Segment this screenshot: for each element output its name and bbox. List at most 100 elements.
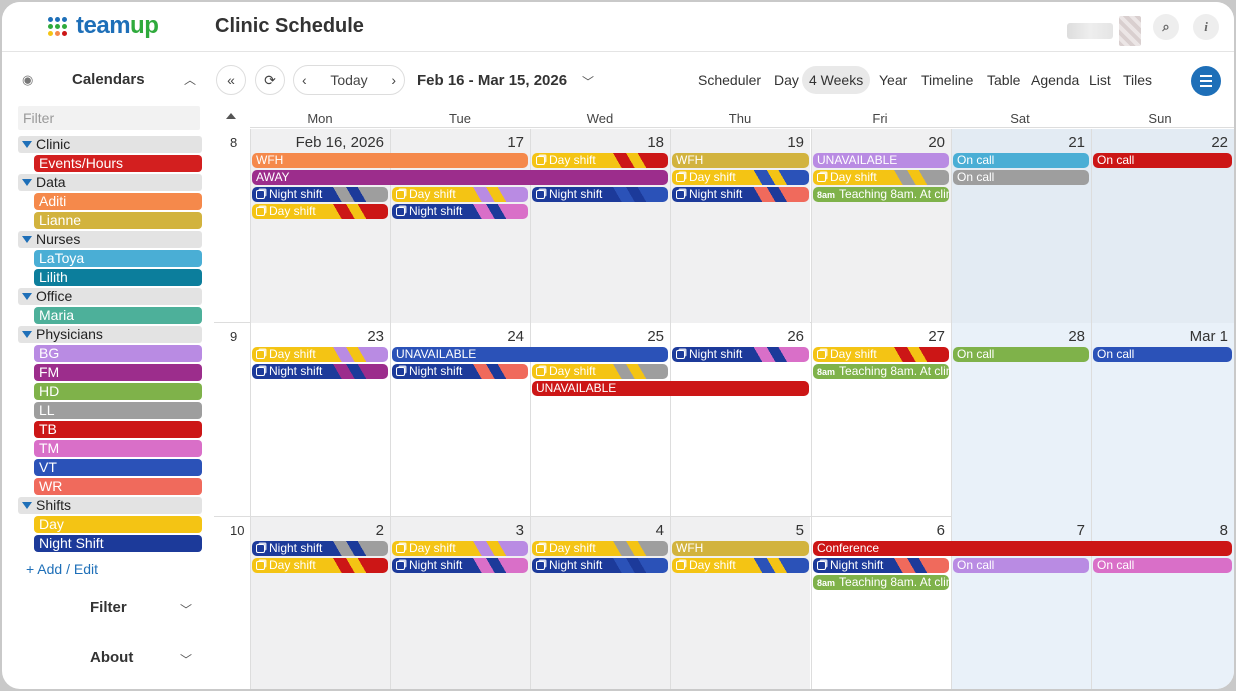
event-bar[interactable]: Day shift [252,558,388,573]
day-number[interactable]: 2 [376,522,384,539]
event-bar[interactable]: Day shift [392,187,528,202]
day-number[interactable]: Mar 1 [1190,328,1228,345]
view-list[interactable]: List [1082,66,1118,94]
view-agenda[interactable]: Agenda [1024,66,1086,94]
day-number[interactable]: 6 [937,522,945,539]
event-bar[interactable]: 8am Teaching 8am. At clinic [813,575,949,590]
view-year[interactable]: Year [872,66,914,94]
day-number[interactable]: Feb 16, 2026 [296,134,384,151]
event-bar[interactable]: UNAVAILABLE [392,347,668,362]
calendar-item-latoya[interactable]: LaToya [34,250,202,267]
calendar-item-bg[interactable]: BG [34,345,202,362]
add-edit-link[interactable]: + Add / Edit [26,561,98,577]
calendar-item-night-shift[interactable]: Night Shift [34,535,202,552]
event-bar[interactable]: 8am Teaching 8am. At clinic [813,187,949,202]
event-bar[interactable]: On call [1093,153,1232,168]
calendar-item-ll[interactable]: LL [34,402,202,419]
event-bar[interactable]: On call [1093,347,1232,362]
calendar-group-nurses[interactable]: Nurses [18,231,202,248]
calendar-group-data[interactable]: Data [18,174,202,191]
user-avatar[interactable] [1067,16,1143,46]
triangle-down-icon[interactable] [22,293,32,300]
event-bar[interactable]: Day shift [252,204,388,219]
calendar-group-clinic[interactable]: Clinic [18,136,202,153]
refresh-button[interactable]: ⟳ [255,65,285,95]
view-timeline[interactable]: Timeline [914,66,980,94]
event-bar[interactable]: On call [1093,558,1232,573]
today-button[interactable]: Today [330,72,367,88]
event-bar[interactable]: 8am Teaching 8am. At clinic [813,364,949,379]
day-number[interactable]: 3 [516,522,524,539]
calendar-item-events-hours[interactable]: Events/Hours [34,155,202,172]
event-bar[interactable]: Night shift [252,187,388,202]
day-number[interactable]: 7 [1077,522,1085,539]
event-bar[interactable]: Day shift [672,170,809,185]
day-number[interactable]: 22 [1211,134,1228,151]
event-bar[interactable]: Day shift [252,347,388,362]
event-bar[interactable]: Night shift [392,204,528,219]
search-button[interactable]: ⌕ [1153,14,1179,40]
event-bar[interactable]: Night shift [532,187,668,202]
view-4-weeks[interactable]: 4 Weeks [802,66,871,94]
event-bar[interactable]: Day shift [532,541,668,556]
event-bar[interactable]: Night shift [252,364,388,379]
event-bar[interactable]: Conference [813,541,1232,556]
calendar-item-fm[interactable]: FM [34,364,202,381]
day-number[interactable]: 26 [787,328,804,345]
day-number[interactable]: 18 [647,134,664,151]
triangle-down-icon[interactable] [22,502,32,509]
next-period-button[interactable]: › [391,72,396,88]
scroll-up-icon[interactable] [226,113,236,119]
event-bar[interactable]: Night shift [392,364,528,379]
eye-icon[interactable]: ◉ [22,72,33,88]
week-number[interactable]: 9 [230,329,237,344]
event-bar[interactable]: Night shift [532,558,668,573]
calendars-header[interactable]: ◉ Calendars ︿ [16,69,200,93]
day-number[interactable]: 24 [507,328,524,345]
calendar-group-physicians[interactable]: Physicians [18,326,202,343]
triangle-down-icon[interactable] [22,179,32,186]
event-bar[interactable]: Day shift [813,347,949,362]
event-bar[interactable]: Day shift [392,541,528,556]
event-bar[interactable]: Day shift [532,364,668,379]
week-number[interactable]: 10 [230,523,244,538]
view-scheduler[interactable]: Scheduler [691,66,768,94]
chevron-down-icon[interactable]: ﹀ [582,73,594,90]
day-number[interactable]: 21 [1068,134,1085,151]
day-number[interactable]: 20 [928,134,945,151]
event-bar[interactable]: AWAY [252,170,668,185]
day-number[interactable]: 8 [1220,522,1228,539]
calendar-item-tm[interactable]: TM [34,440,202,457]
calendar-item-aditi[interactable]: Aditi [34,193,202,210]
event-bar[interactable]: Night shift [813,558,949,573]
event-bar[interactable]: Night shift [672,187,809,202]
info-button[interactable]: i [1193,14,1219,40]
event-bar[interactable]: Night shift [252,541,388,556]
filter-section-toggle[interactable]: Filter ﹀ [2,597,214,623]
calendar-filter-input[interactable] [18,106,200,130]
event-bar[interactable]: Night shift [672,347,809,362]
prev-period-button[interactable]: ‹ [302,72,307,88]
teamup-logo[interactable]: teamup [48,12,159,40]
day-number[interactable]: 27 [928,328,945,345]
menu-button[interactable] [1191,66,1221,96]
event-bar[interactable]: On call [953,347,1089,362]
triangle-down-icon[interactable] [22,236,32,243]
week-number[interactable]: 8 [230,135,237,150]
calendar-group-shifts[interactable]: Shifts [18,497,202,514]
about-section-toggle[interactable]: About ﹀ [2,647,214,673]
day-number[interactable]: 5 [796,522,804,539]
event-bar[interactable]: On call [953,558,1089,573]
chevron-up-icon[interactable]: ︿ [184,71,196,88]
event-bar[interactable]: WFH [672,541,809,556]
day-number[interactable]: 23 [367,328,384,345]
triangle-down-icon[interactable] [22,141,32,148]
view-day[interactable]: Day [767,66,806,94]
view-table[interactable]: Table [980,66,1027,94]
calendar-item-vt[interactable]: VT [34,459,202,476]
day-number[interactable]: 28 [1068,328,1085,345]
event-bar[interactable]: UNAVAILABLE [813,153,949,168]
calendar-item-maria[interactable]: Maria [34,307,202,324]
calendar-item-wr[interactable]: WR [34,478,202,495]
calendar-item-tb[interactable]: TB [34,421,202,438]
